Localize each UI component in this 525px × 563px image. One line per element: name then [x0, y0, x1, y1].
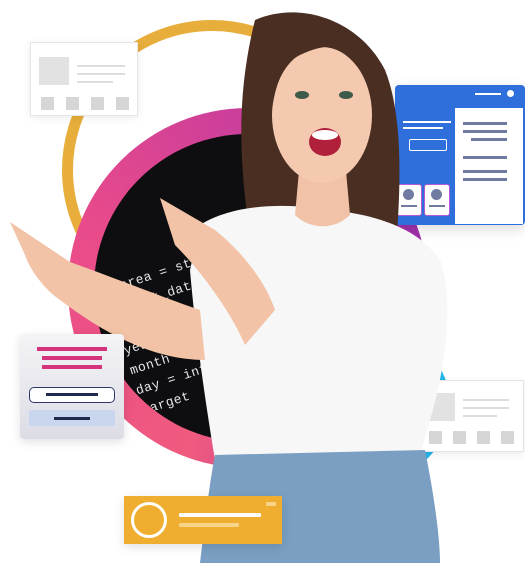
form-title-line [37, 347, 107, 351]
right-eye [339, 91, 353, 99]
form-title-line [42, 356, 102, 360]
avatar-icon [131, 502, 167, 538]
notification-line [179, 513, 261, 517]
face-shape [272, 47, 372, 183]
notification-line [179, 523, 239, 527]
teeth-shape [312, 130, 338, 140]
person-illustration [10, 12, 448, 563]
form-button-label-line [54, 417, 90, 420]
left-eye [295, 91, 309, 99]
notification-line [266, 502, 276, 506]
form-title-line [42, 365, 102, 369]
form-button-label-line [46, 393, 98, 396]
